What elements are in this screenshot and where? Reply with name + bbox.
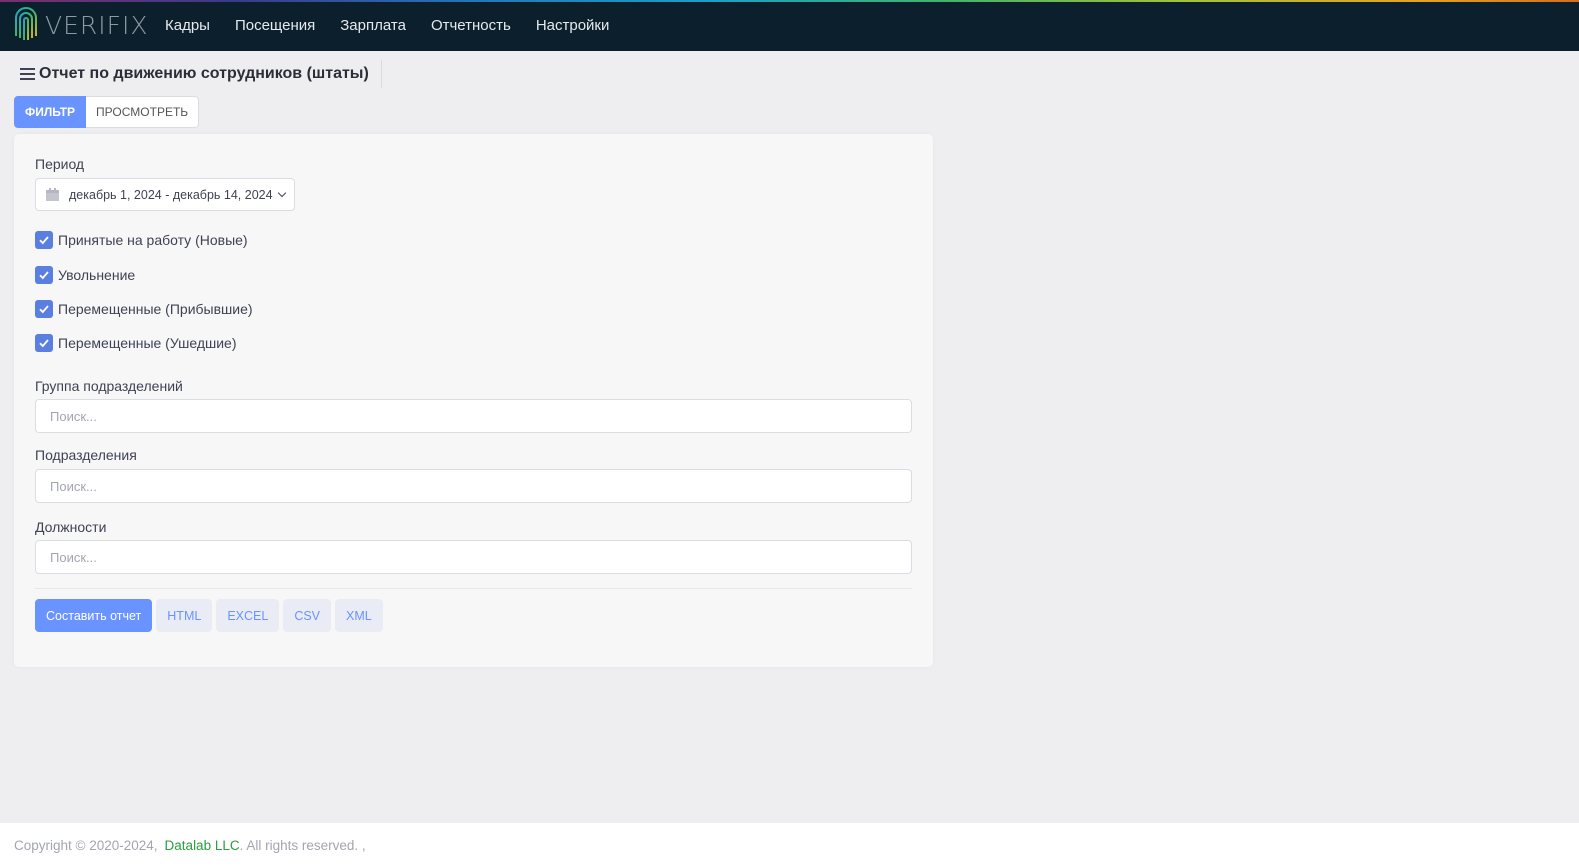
period-picker[interactable]: декабрь 1, 2024 - декабрь 14, 2024	[35, 178, 295, 211]
checkbox-checked-icon[interactable]	[35, 334, 53, 352]
footer-company-link[interactable]: Datalab LLC	[165, 838, 240, 853]
export-csv-button[interactable]: CSV	[283, 599, 332, 632]
export-excel-button[interactable]: EXCEL	[216, 599, 280, 632]
footer: Copyright © 2020-2024, Datalab LLC . All…	[0, 823, 1579, 867]
page-header: Отчет по движению сотрудников (штаты)	[14, 60, 382, 88]
nav-item-staff[interactable]: Кадры	[165, 17, 210, 34]
main-nav: Кадры Посещения Зарплата Отчетность Наст…	[165, 0, 634, 51]
division-group-label: Группа подразделений	[35, 378, 183, 394]
chevron-down-icon	[277, 188, 286, 197]
checkbox-transferred-in-label: Перемещенные (Прибывшие)	[58, 301, 253, 317]
nav-item-settings[interactable]: Настройки	[536, 17, 610, 34]
build-report-button[interactable]: Составить отчет	[35, 599, 153, 632]
division-group-search-input[interactable]	[35, 399, 912, 433]
checkbox-dismissal-label: Увольнение	[58, 267, 136, 283]
tab-filter[interactable]: ФИЛЬТР	[14, 96, 87, 128]
period-label: Период	[35, 156, 85, 172]
period-value: декабрь 1, 2024 - декабрь 14, 2024	[69, 187, 273, 202]
divisions-label: Подразделения	[35, 447, 137, 463]
view-tabs: ФИЛЬТР ПРОСМОТРЕТЬ	[14, 96, 200, 128]
export-html-button[interactable]: HTML	[156, 599, 213, 632]
checkbox-dismissal[interactable]: Увольнение	[35, 266, 135, 284]
checkbox-checked-icon[interactable]	[35, 231, 53, 249]
checkbox-transferred-out[interactable]: Перемещенные (Ушедшие)	[35, 334, 237, 352]
checkbox-checked-icon[interactable]	[35, 300, 53, 318]
checkbox-transferred-out-label: Перемещенные (Ушедшие)	[58, 335, 237, 351]
actions-divider	[35, 588, 912, 589]
brand-name: VERIFIX	[45, 10, 149, 40]
tab-view[interactable]: ПРОСМОТРЕТЬ	[86, 96, 200, 128]
top-navbar: VERIFIX Кадры Посещения Зарплата Отчетно…	[0, 0, 1579, 51]
divisions-search-input[interactable]	[35, 469, 912, 503]
checkbox-transferred-in[interactable]: Перемещенные (Прибывшие)	[35, 300, 253, 318]
calendar-icon	[46, 188, 59, 201]
menu-icon[interactable]	[20, 68, 35, 80]
fingerprint-icon	[15, 7, 37, 40]
report-actions: Составить отчет HTML EXCEL CSV XML	[35, 599, 387, 632]
checkbox-hired-label: Принятые на работу (Новые)	[58, 232, 248, 248]
footer-rights: . All rights reserved. ,	[239, 837, 366, 853]
checkbox-hired[interactable]: Принятые на работу (Новые)	[35, 231, 248, 249]
positions-search-input[interactable]	[35, 540, 912, 574]
nav-item-reports[interactable]: Отчетность	[431, 17, 511, 34]
nav-item-salary[interactable]: Зарплата	[340, 17, 406, 34]
page-title: Отчет по движению сотрудников (штаты)	[39, 65, 369, 82]
positions-label: Должности	[35, 519, 107, 535]
checkbox-checked-icon[interactable]	[35, 266, 53, 284]
filter-card: Период декабрь 1, 2024 - декабрь 14, 202…	[14, 134, 933, 667]
nav-item-attendance[interactable]: Посещения	[235, 17, 315, 34]
export-xml-button[interactable]: XML	[335, 599, 383, 632]
footer-copyright: Copyright © 2020-2024,	[14, 837, 158, 853]
brand-logo[interactable]: VERIFIX	[13, 6, 149, 44]
